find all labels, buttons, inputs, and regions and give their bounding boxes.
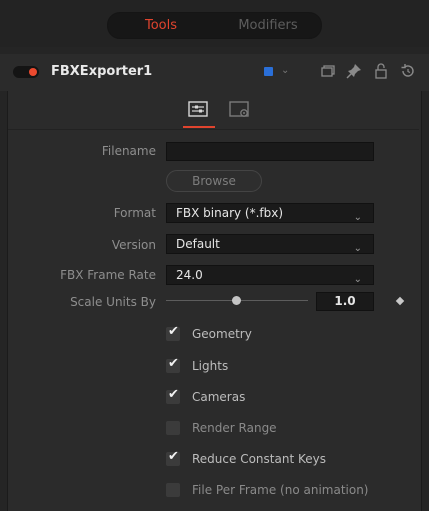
copy-icon[interactable] (319, 62, 337, 80)
chevron-down-icon: ⌄ (353, 212, 362, 223)
geometry-checkbox[interactable]: ✔ (166, 324, 180, 341)
format-dropdown[interactable]: FBX binary (*.fbx) ⌄ (166, 203, 374, 223)
toggle-indicator (29, 68, 37, 76)
reduce-constant-keys-label: Reduce Constant Keys (192, 452, 326, 466)
tab-switch: Tools Modifiers (107, 12, 322, 39)
settings-sliders-icon[interactable] (187, 100, 209, 118)
format-value: FBX binary (*.fbx) (176, 206, 284, 220)
settings-gear-icon[interactable] (228, 100, 250, 118)
render-range-label: Render Range (192, 421, 277, 435)
version-dropdown[interactable]: Default ⌄ (166, 234, 374, 254)
tab-modifiers[interactable]: Modifiers (215, 13, 321, 38)
node-enable-toggle[interactable] (13, 66, 39, 78)
panel-divider (8, 129, 419, 130)
lights-checkbox[interactable]: ✔ (166, 356, 180, 373)
node-header: FBXExporter1 ⌄ (0, 54, 429, 91)
chevron-down-icon: ⌄ (353, 243, 362, 254)
file-per-frame-checkbox[interactable] (166, 483, 180, 497)
version-value: Default (176, 237, 220, 251)
active-subtab-underline (183, 126, 215, 128)
lock-icon[interactable] (372, 62, 390, 80)
filename-input[interactable] (166, 142, 374, 161)
version-label: Version (111, 238, 156, 252)
frame-rate-label: FBX Frame Rate (60, 268, 156, 282)
lights-label: Lights (192, 359, 229, 373)
frame-rate-value: 24.0 (176, 268, 203, 282)
cameras-label: Cameras (192, 390, 246, 404)
scale-slider-thumb[interactable] (232, 296, 241, 305)
reset-icon[interactable] (399, 62, 417, 80)
chevron-down-icon: ⌄ (353, 274, 362, 285)
tab-tools[interactable]: Tools (108, 13, 214, 38)
render-range-checkbox[interactable] (166, 421, 180, 435)
filename-label: Filename (101, 144, 156, 158)
scale-label: Scale Units By (70, 295, 156, 309)
checkmark-icon: ✔ (168, 324, 179, 339)
checkmark-icon: ✔ (168, 449, 179, 464)
cameras-checkbox[interactable]: ✔ (166, 387, 180, 404)
browse-button[interactable]: Browse (166, 170, 262, 192)
checkmark-icon: ✔ (168, 387, 179, 402)
node-title: FBXExporter1 (51, 64, 153, 79)
geometry-label: Geometry (192, 327, 252, 341)
node-color-chip[interactable] (264, 67, 273, 76)
reduce-constant-keys-checkbox[interactable]: ✔ (166, 449, 180, 466)
file-per-frame-label: File Per Frame (no animation) (192, 483, 369, 497)
tab-bar: Tools Modifiers (0, 0, 429, 47)
checkmark-icon: ✔ (168, 356, 179, 371)
scale-value-input[interactable]: 1.0 (316, 292, 374, 311)
color-chevron-down-icon[interactable]: ⌄ (281, 65, 289, 76)
format-label: Format (113, 206, 156, 220)
pin-icon[interactable] (345, 62, 363, 80)
frame-rate-dropdown[interactable]: 24.0 ⌄ (166, 265, 374, 285)
